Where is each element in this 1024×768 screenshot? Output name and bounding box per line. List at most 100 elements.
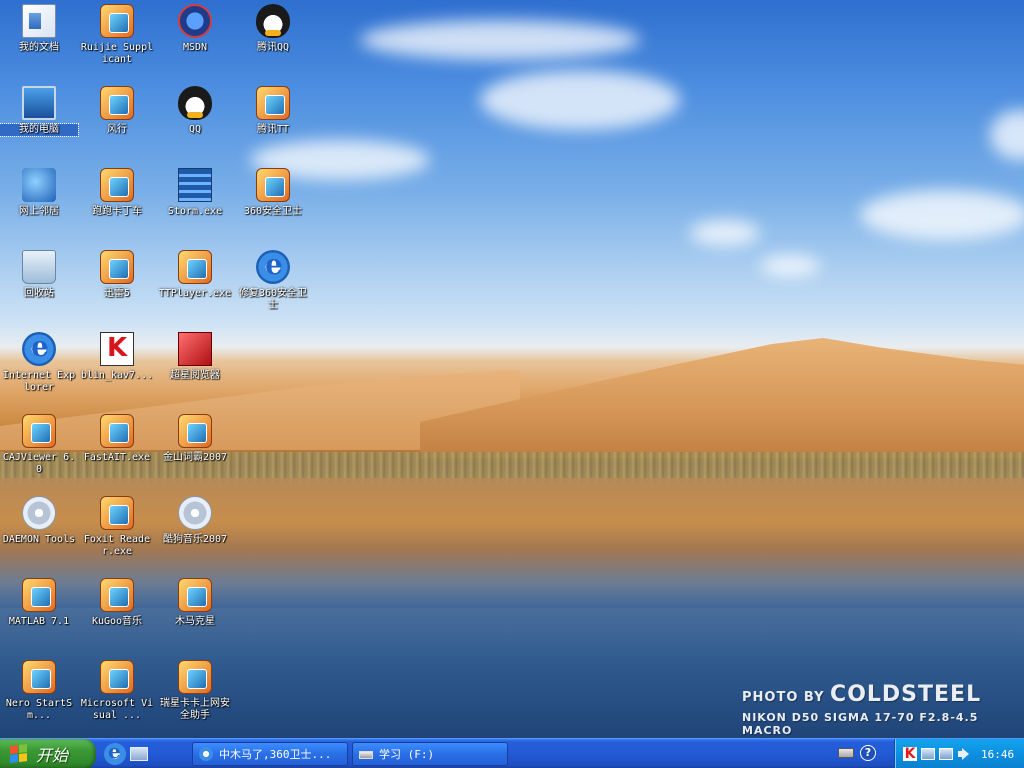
desktop-icon-cajviewer[interactable]: CAJViewer 6.0 bbox=[0, 412, 78, 492]
desktop-icon-label: 金山词霸2007 bbox=[162, 452, 228, 463]
windows-logo-icon bbox=[10, 744, 28, 764]
desktop-icon-msdn[interactable]: MSDN bbox=[156, 2, 234, 82]
my-computer-icon bbox=[22, 86, 56, 120]
kugou-2007-icon bbox=[178, 496, 212, 530]
desktop-icon-storm-player[interactable]: Storm.exe bbox=[156, 166, 234, 246]
desktop-icon-label: Ruijie Supplicant bbox=[80, 42, 154, 65]
kaspersky-icon bbox=[100, 332, 134, 366]
taskbar-button-label: 中木马了,360卫士... bbox=[219, 748, 332, 761]
desktop-icon-nero[interactable]: Nero StartSm... bbox=[0, 658, 78, 738]
desktop-icon-funshion[interactable]: 风行 bbox=[78, 84, 156, 164]
kingsoft-powerword-icon bbox=[178, 414, 212, 448]
desktop-icon-label: blin_kav7... bbox=[80, 370, 154, 381]
desktop-icon-kugou-2007[interactable]: 酷狗音乐2007 bbox=[156, 494, 234, 574]
desktop-icon-label: 跑跑卡丁车 bbox=[92, 206, 142, 217]
desktop-icon-label: Microsoft Visual ... bbox=[80, 698, 154, 721]
desktop-icon-label: FastAIT.exe bbox=[83, 452, 151, 463]
taskbar-button-ie-window[interactable]: 中木马了,360卫士... bbox=[192, 742, 348, 766]
internet-explorer-icon bbox=[22, 330, 56, 366]
fastait-icon bbox=[100, 414, 134, 448]
desktop-icon-kugoo[interactable]: KuGoo音乐 bbox=[78, 576, 156, 656]
wallpaper-cloud bbox=[690, 220, 760, 246]
network-tray-icon[interactable] bbox=[921, 748, 935, 760]
taskbar: 开始 中木马了,360卫士... 学习 (F:) ? K 16:46 bbox=[0, 738, 1024, 768]
ttplayer-icon bbox=[178, 250, 212, 284]
kartrider-icon bbox=[100, 168, 134, 202]
qq-icon bbox=[178, 86, 212, 120]
desktop-icon-foxit-reader[interactable]: Foxit Reader.exe bbox=[78, 494, 156, 574]
desktop-icon-label: 迅雷5 bbox=[103, 288, 131, 299]
desktop[interactable]: PHOTO BY COLDSTEEL NIKON D50 SIGMA 17-70… bbox=[0, 0, 1024, 738]
desktop-icon-ssreader[interactable]: 超星阅览器 bbox=[156, 330, 234, 410]
desktop-icon-label: Foxit Reader.exe bbox=[83, 534, 151, 557]
desktop-icon-qq[interactable]: QQ bbox=[156, 84, 234, 164]
desktop-icon-label: 修复360安全卫士 bbox=[238, 288, 308, 311]
taskbar-button-drive-window[interactable]: 学习 (F:) bbox=[352, 742, 508, 766]
desktop-icon-my-computer[interactable]: 我的电脑 bbox=[0, 84, 79, 164]
360-safe-icon bbox=[256, 168, 290, 202]
desktop-icon-label: CAJViewer 6.0 bbox=[2, 452, 76, 475]
desktop-icon-label: QQ bbox=[188, 124, 202, 135]
desktop-icon-ruijie-supplicant[interactable]: Ruijie Supplicant bbox=[78, 2, 156, 82]
watermark-camera: NIKON D50 SIGMA 17-70 F2.8-4.5 MACRO bbox=[742, 711, 979, 737]
ruijie-supplicant-icon bbox=[100, 4, 134, 38]
desktop-icon-recycle-bin[interactable]: 回收站 bbox=[0, 248, 78, 328]
start-button[interactable]: 开始 bbox=[0, 739, 96, 768]
wallpaper-cloud bbox=[360, 20, 640, 60]
cajviewer-icon bbox=[22, 414, 56, 448]
trojan-killer-icon bbox=[178, 578, 212, 612]
ie-quicklaunch-icon[interactable] bbox=[104, 739, 126, 765]
desktop-icon-label: KuGoo音乐 bbox=[91, 616, 143, 627]
desktop-icon-label: Internet Explorer bbox=[2, 370, 76, 393]
desktop-icon-label: DAEMON Tools bbox=[2, 534, 76, 545]
desktop-icon-kaspersky[interactable]: blin_kav7... bbox=[78, 330, 156, 410]
desktop-icon-label: 风行 bbox=[107, 124, 127, 135]
tencent-qq-icon bbox=[256, 4, 290, 38]
desktop-icon-ttplayer[interactable]: TTPlayer.exe bbox=[156, 248, 234, 328]
desktop-icon-kingsoft-powerword[interactable]: 金山词霸2007 bbox=[156, 412, 234, 492]
ssreader-icon bbox=[178, 332, 212, 366]
kaspersky-tray-icon[interactable]: K bbox=[903, 747, 917, 761]
desktop-icon-network-places[interactable]: 网上邻居 bbox=[0, 166, 78, 246]
desktop-icon-rising-kaka[interactable]: 瑞星卡卡上网安全助手 bbox=[156, 658, 234, 738]
ie-window-icon bbox=[199, 747, 213, 761]
desktop-icon-internet-explorer[interactable]: Internet Explorer bbox=[0, 330, 78, 410]
desktop-icon-visual-studio[interactable]: Microsoft Visual ... bbox=[78, 658, 156, 738]
language-bar: ? bbox=[838, 745, 876, 761]
photo-watermark: PHOTO BY COLDSTEEL NIKON D50 SIGMA 17-70… bbox=[742, 682, 1024, 737]
desktop-icon-label: 酷狗音乐2007 bbox=[162, 534, 228, 545]
repair-360-icon bbox=[256, 248, 290, 284]
recycle-bin-icon bbox=[22, 250, 56, 284]
desktop-icon-fastait[interactable]: FastAIT.exe bbox=[78, 412, 156, 492]
desktop-icon-label: 我的文档 bbox=[19, 42, 59, 53]
wallpaper-cloud bbox=[480, 70, 680, 130]
wallpaper-cloud bbox=[860, 190, 1024, 240]
desktop-icon-tencent-tt[interactable]: 腾讯TT bbox=[234, 84, 312, 164]
desktop-icon-thunder[interactable]: 迅雷5 bbox=[78, 248, 156, 328]
volume-icon[interactable] bbox=[957, 747, 971, 761]
show-desktop-icon[interactable] bbox=[130, 747, 148, 761]
network-connection-tray-icon[interactable] bbox=[939, 748, 953, 760]
desktop-icon-label: Storm.exe bbox=[167, 206, 223, 217]
desktop-icon-360-safe[interactable]: 360安全卫士 bbox=[234, 166, 312, 246]
daemon-tools-icon bbox=[22, 496, 56, 530]
drive-window-icon bbox=[359, 751, 373, 759]
desktop-icon-label: 网上邻居 bbox=[19, 206, 59, 217]
start-label: 开始 bbox=[36, 746, 69, 765]
clock[interactable]: 16:46 bbox=[981, 748, 1014, 761]
desktop-icon-matlab[interactable]: MATLAB 7.1 bbox=[0, 576, 78, 656]
help-icon[interactable]: ? bbox=[860, 745, 876, 761]
matlab-icon bbox=[22, 578, 56, 612]
thunder-icon bbox=[100, 250, 134, 284]
desktop-icon-kartrider[interactable]: 跑跑卡丁车 bbox=[78, 166, 156, 246]
foxit-reader-icon bbox=[100, 496, 134, 530]
desktop-icon-tencent-qq[interactable]: 腾讯QQ bbox=[234, 2, 312, 82]
network-places-icon bbox=[22, 168, 56, 202]
desktop-icon-trojan-killer[interactable]: 木马克星 bbox=[156, 576, 234, 656]
desktop-icon-label: 360安全卫士 bbox=[243, 206, 303, 217]
keyboard-icon[interactable] bbox=[838, 748, 854, 758]
desktop-icon-repair-360[interactable]: 修复360安全卫士 bbox=[234, 248, 312, 328]
desktop-icon-daemon-tools[interactable]: DAEMON Tools bbox=[0, 494, 78, 574]
desktop-icon-label: 超星阅览器 bbox=[170, 370, 220, 381]
desktop-icon-my-documents[interactable]: 我的文档 bbox=[0, 2, 78, 82]
